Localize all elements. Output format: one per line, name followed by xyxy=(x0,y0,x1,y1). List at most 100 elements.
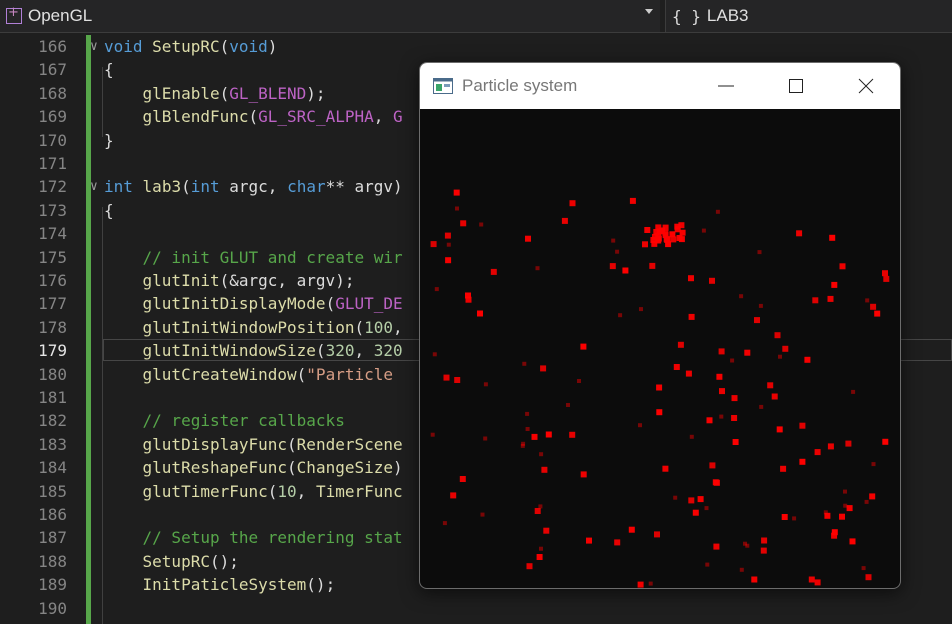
code-text: glutCreateWindow("Particle xyxy=(104,363,403,386)
particle xyxy=(539,452,544,457)
particle xyxy=(744,349,751,356)
particle xyxy=(454,377,461,383)
particle xyxy=(477,310,483,317)
particle xyxy=(839,513,845,520)
particle xyxy=(522,361,527,366)
particle xyxy=(651,240,658,247)
code-token: argc, xyxy=(219,177,288,197)
navigation-bar: OpenGL { } LAB3 xyxy=(0,0,952,33)
particle xyxy=(751,576,758,583)
particle xyxy=(715,209,720,214)
particle xyxy=(638,423,642,428)
code-line[interactable]: 166 ∨ void SetupRC(void) xyxy=(0,35,952,58)
code-token: RenderScene xyxy=(296,434,403,454)
code-token: { xyxy=(104,60,114,80)
particle xyxy=(827,295,834,302)
line-number: 188 xyxy=(38,551,67,571)
code-token: 320 xyxy=(325,341,355,361)
particle xyxy=(843,489,847,494)
particle xyxy=(525,411,530,416)
particle xyxy=(677,341,684,348)
code-token: char xyxy=(287,177,326,197)
particle xyxy=(450,492,457,499)
particle xyxy=(561,217,568,224)
line-number: 190 xyxy=(38,598,67,618)
particle xyxy=(430,432,435,437)
particle xyxy=(442,521,447,526)
code-token: ( xyxy=(248,107,259,127)
particle xyxy=(745,543,750,548)
particle xyxy=(843,503,848,508)
particle xyxy=(648,581,653,586)
code-token: ( xyxy=(219,37,230,56)
line-number: 177 xyxy=(38,294,67,314)
particle xyxy=(656,384,663,391)
particle xyxy=(637,581,644,588)
code-token: ( xyxy=(325,294,336,314)
particle xyxy=(453,189,460,196)
scope-dropdown[interactable]: { } LAB3 xyxy=(665,0,952,32)
window-title-bar[interactable]: Particle system xyxy=(420,63,900,109)
particle xyxy=(730,358,735,363)
particle xyxy=(541,466,548,473)
particle xyxy=(688,497,695,504)
code-token: , xyxy=(373,107,393,127)
particle xyxy=(757,250,762,255)
code-token: , xyxy=(296,481,316,501)
minimize-button[interactable] xyxy=(691,63,761,109)
code-line[interactable]: 190 xyxy=(0,597,952,620)
particle xyxy=(531,433,538,440)
particle xyxy=(758,303,763,308)
code-token: SetupRC xyxy=(142,551,210,571)
code-token: ) xyxy=(393,458,403,478)
particle xyxy=(776,426,783,433)
particle xyxy=(678,222,685,229)
particle xyxy=(622,267,629,274)
particle xyxy=(580,471,587,478)
particle xyxy=(831,532,838,539)
code-text: // register callbacks xyxy=(104,409,345,432)
code-text: glutReshapeFunc(ChangeSize) xyxy=(104,456,403,479)
code-token: glutInit xyxy=(142,271,220,290)
project-label: OpenGL xyxy=(28,6,93,25)
code-token: // register callbacks xyxy=(142,411,345,431)
fold-chevron-icon[interactable]: ∨ xyxy=(90,35,98,58)
particle xyxy=(525,427,530,431)
particle xyxy=(460,220,467,227)
particle xyxy=(869,493,876,500)
line-number: 166 xyxy=(38,37,67,56)
code-token: 10 xyxy=(277,481,297,501)
particle xyxy=(446,242,451,247)
particle xyxy=(654,531,660,538)
particle xyxy=(629,197,636,204)
maximize-button[interactable] xyxy=(761,63,831,109)
particle xyxy=(823,510,828,515)
project-dropdown[interactable]: OpenGL xyxy=(0,0,660,32)
code-token: ); xyxy=(306,83,326,103)
particle xyxy=(851,389,856,394)
code-token: ( xyxy=(181,177,191,197)
particle xyxy=(444,232,451,239)
code-token: (&argc, argv); xyxy=(219,271,355,290)
close-button[interactable] xyxy=(831,63,900,109)
particle xyxy=(540,365,547,372)
particle xyxy=(459,476,466,482)
code-text: int lab3(int argc, char** argv) xyxy=(104,175,403,198)
particle-system-window[interactable]: Particle system xyxy=(419,62,901,589)
particle xyxy=(814,449,821,456)
fold-chevron-icon[interactable]: ∨ xyxy=(90,175,98,198)
particle xyxy=(692,509,699,516)
code-token: void xyxy=(104,37,143,56)
chevron-down-icon[interactable] xyxy=(645,9,653,14)
particle xyxy=(569,431,576,438)
line-number: 185 xyxy=(38,481,67,501)
